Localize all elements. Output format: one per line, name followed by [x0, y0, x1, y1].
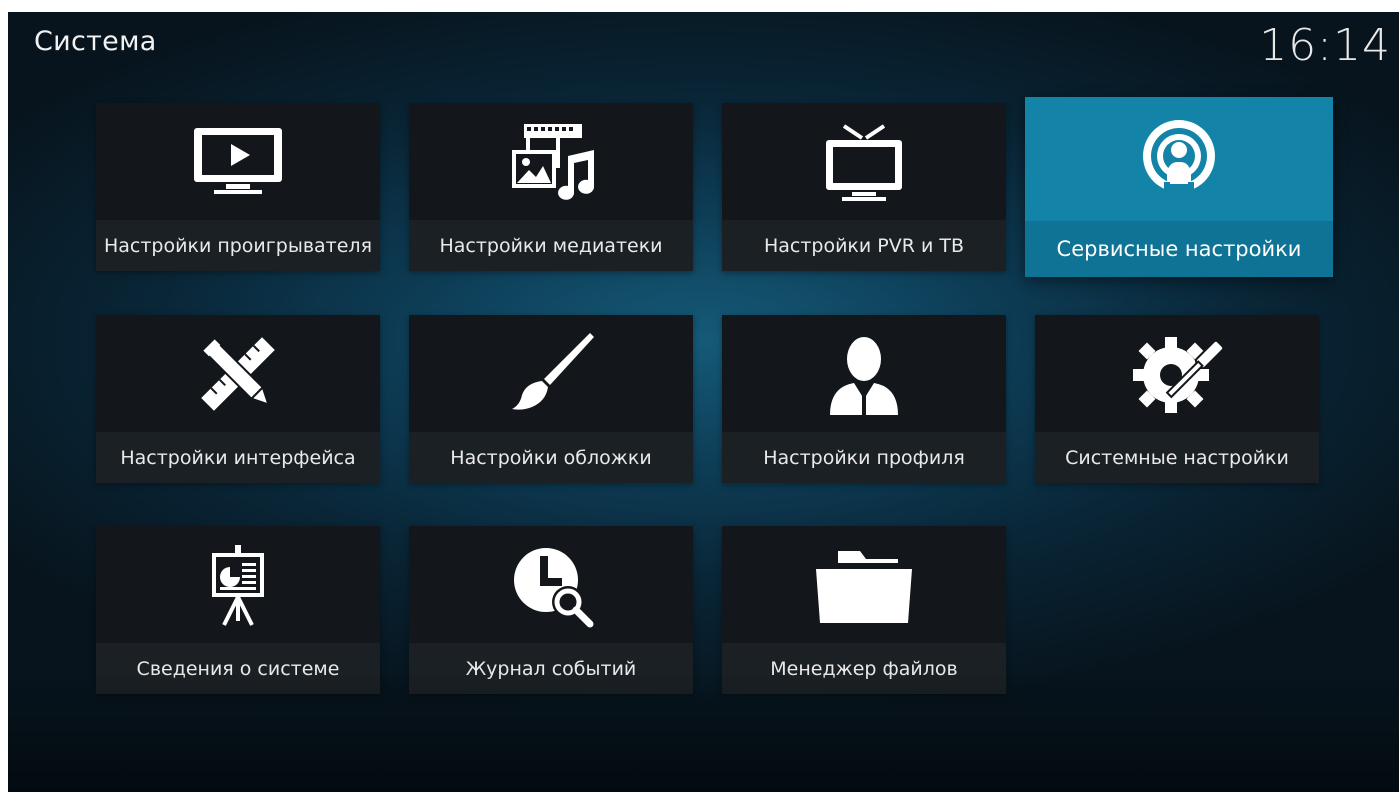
clock: 16:14	[1259, 20, 1391, 71]
tile-system-settings[interactable]: Системные настройки	[1035, 315, 1319, 483]
folder-icon	[722, 526, 1006, 643]
page-title: Система	[34, 26, 157, 57]
tile-skin-settings[interactable]: Настройки обложки	[409, 315, 693, 483]
tile-label: Менеджер файлов	[770, 657, 958, 680]
tile-media-library-settings[interactable]: Настройки медиатеки	[409, 103, 693, 271]
tile-file-manager[interactable]: Менеджер файлов	[722, 526, 1006, 694]
tile-service-settings[interactable]: Сервисные настройки	[1025, 97, 1333, 277]
paintbrush-icon	[409, 315, 693, 432]
tile-label: Системные настройки	[1065, 446, 1289, 469]
tile-label: Настройки интерфейса	[120, 446, 356, 469]
broadcast-service-icon	[1025, 97, 1333, 221]
tile-label: Настройки PVR и ТВ	[763, 234, 965, 257]
tile-label: Настройки медиатеки	[439, 234, 663, 257]
tile-label: Сервисные настройки	[1056, 237, 1302, 261]
tile-label: Журнал событий	[465, 657, 637, 680]
tile-label: Настройки обложки	[450, 446, 652, 469]
tile-profile-settings[interactable]: Настройки профиля	[722, 315, 1006, 483]
tile-interface-settings[interactable]: Настройки интерфейса	[96, 315, 380, 483]
tile-player-settings[interactable]: Настройки проигрывателя	[96, 103, 380, 271]
pencil-ruler-icon	[96, 315, 380, 432]
tile-label: Настройки проигрывателя	[103, 234, 372, 257]
tile-label: Настройки профиля	[763, 446, 965, 469]
tv-antenna-icon	[722, 103, 1006, 220]
tv-play-icon	[96, 103, 380, 220]
tile-system-info[interactable]: Сведения о системе	[96, 526, 380, 694]
presentation-board-icon	[96, 526, 380, 643]
tile-label: Сведения о системе	[136, 657, 340, 680]
system-screen: Система 16:14 Настройки проигрывателя На…	[8, 12, 1399, 792]
media-library-icon	[409, 103, 693, 220]
user-profile-icon	[722, 315, 1006, 432]
tile-pvr-tv-settings[interactable]: Настройки PVR и ТВ	[722, 103, 1006, 271]
clock-search-icon	[409, 526, 693, 643]
gear-screwdriver-icon	[1035, 315, 1319, 432]
tile-event-log[interactable]: Журнал событий	[409, 526, 693, 694]
